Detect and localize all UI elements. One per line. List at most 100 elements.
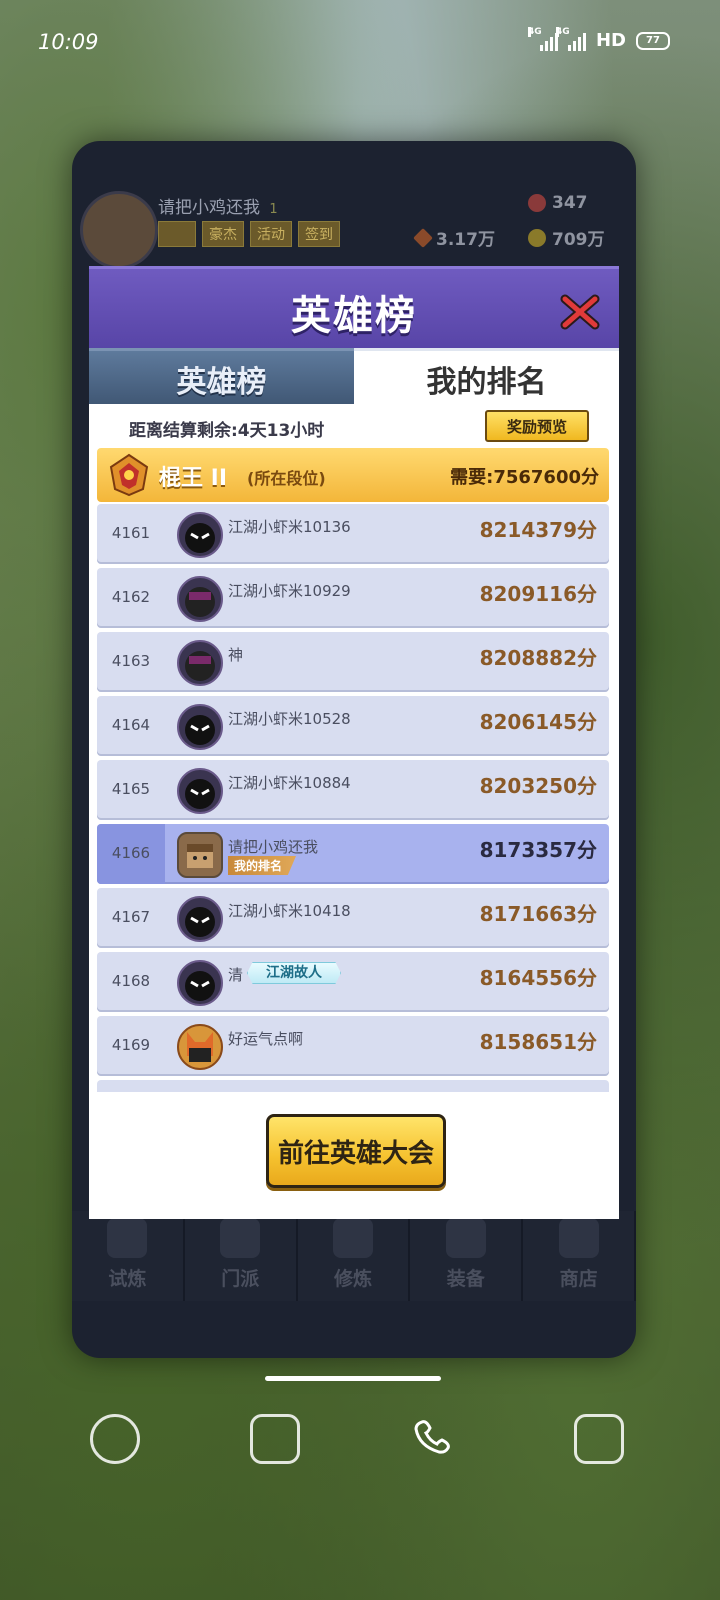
nav-shop[interactable]: 商店 bbox=[523, 1211, 636, 1301]
top-buttons: 豪杰 活动 签到 bbox=[158, 221, 340, 247]
messages-icon[interactable] bbox=[250, 1414, 300, 1464]
tab-hero-ranking[interactable]: 英雄榜 bbox=[89, 348, 354, 407]
player-name: 请把小鸡还我 bbox=[228, 838, 319, 856]
nav-trial[interactable]: 试炼 bbox=[72, 1211, 185, 1301]
nav-equipment[interactable]: 装备 bbox=[410, 1211, 524, 1301]
player-name: 江湖小虾米10136 bbox=[228, 518, 351, 536]
player-score: 8164556分 bbox=[479, 966, 597, 990]
tier-note: (所在段位) bbox=[247, 469, 326, 488]
sect-icon bbox=[220, 1218, 261, 1258]
tabs: 英雄榜 我的排名 bbox=[89, 348, 619, 407]
reward-preview-button[interactable]: 奖励预览 bbox=[485, 410, 589, 442]
rank-number: 4167 bbox=[111, 908, 151, 926]
rank-number: 4166 bbox=[111, 844, 151, 862]
player-level: 1 bbox=[269, 202, 278, 217]
title-badge: 江湖故人 bbox=[247, 962, 341, 984]
ranking-row[interactable]: 4169 好运气点啊 8158651分 bbox=[97, 1016, 609, 1076]
player-name: 江湖小虾米10929 bbox=[228, 582, 351, 600]
ninja-avatar-icon bbox=[177, 704, 223, 750]
equipment-icon bbox=[445, 1218, 486, 1258]
hd-indicator: HD bbox=[595, 30, 626, 51]
coin-value: 709万 bbox=[552, 230, 605, 250]
tier-requirement: 需要:7567600分 bbox=[450, 467, 599, 488]
ranking-row[interactable]: 4161 江湖小虾米10136 8214379分 bbox=[97, 504, 609, 564]
rank-number: 4169 bbox=[111, 1036, 151, 1054]
player-score: 8171663分 bbox=[479, 902, 597, 926]
ninja-avatar-icon bbox=[177, 896, 223, 942]
player-name: 神 bbox=[228, 646, 244, 664]
camera-icon[interactable] bbox=[574, 1414, 624, 1464]
player-score: 8206145分 bbox=[479, 710, 597, 734]
chest-avatar-icon bbox=[177, 832, 223, 878]
tier-emblem-icon bbox=[109, 453, 149, 497]
my-ranking-tag: 我的排名 bbox=[228, 856, 297, 875]
nav-label: 试炼 bbox=[108, 1268, 147, 1290]
ranking-list[interactable]: 4161 江湖小虾米10136 8214379分 4162 江湖小虾米10929… bbox=[97, 504, 609, 1092]
nav-label: 修炼 bbox=[333, 1268, 372, 1290]
dock bbox=[0, 1400, 720, 1480]
nav-label: 装备 bbox=[446, 1268, 485, 1290]
settlement-countdown: 距离结算剩余:4天13小时 bbox=[129, 421, 325, 441]
ranking-row[interactable] bbox=[97, 1080, 609, 1092]
avatar[interactable] bbox=[80, 191, 158, 269]
rank-number: 4162 bbox=[111, 588, 151, 606]
ranking-row[interactable]: 4163 神 8208882分 bbox=[97, 632, 609, 692]
player-score: 8173357分 bbox=[479, 838, 597, 862]
rank-number: 4163 bbox=[111, 652, 151, 670]
power-value: 3.17万 bbox=[436, 230, 495, 250]
nav-sect[interactable]: 门派 bbox=[184, 1211, 298, 1301]
shop-icon bbox=[558, 1218, 599, 1258]
heroes-button[interactable]: 豪杰 bbox=[202, 221, 244, 247]
power-counter: 3.17万 bbox=[413, 225, 495, 250]
go-hero-conference-button[interactable]: 前往英雄大会 bbox=[266, 1114, 446, 1188]
phone-icon[interactable] bbox=[412, 1414, 456, 1458]
gem-counter: 347 bbox=[528, 193, 588, 213]
ninja-avatar-icon bbox=[177, 512, 223, 558]
checkin-button[interactable]: 签到 bbox=[298, 221, 340, 247]
player-score: 8208882分 bbox=[479, 646, 597, 670]
ranking-row[interactable]: 4164 江湖小虾米10528 8206145分 bbox=[97, 696, 609, 756]
signal-icon: 4G bbox=[555, 26, 586, 51]
player-name: 江湖小虾米10884 bbox=[228, 774, 351, 792]
leaderboard-modal: 英雄榜 英雄榜 我的排名 距离结算剩余:4天13小时 奖励预览 棍王 II (所… bbox=[89, 266, 619, 1219]
rank-number: 4161 bbox=[111, 524, 151, 542]
nav-cultivate[interactable]: 修炼 bbox=[297, 1211, 411, 1301]
player-score: 8209116分 bbox=[479, 582, 597, 606]
status-icons: 4G 4G HD 77 bbox=[527, 26, 670, 51]
status-time: 10:09 bbox=[38, 30, 99, 54]
close-icon[interactable] bbox=[559, 291, 601, 333]
coin-counter: 709万 bbox=[528, 225, 605, 250]
rank-number: 4164 bbox=[111, 716, 151, 734]
player-name: 好运气点啊 bbox=[228, 1030, 304, 1048]
player-name: 江湖小虾米10418 bbox=[228, 902, 351, 920]
ranking-row[interactable]: 4165 江湖小虾米10884 8203250分 bbox=[97, 760, 609, 820]
player-name: 清 bbox=[228, 966, 244, 984]
ranking-row[interactable]: 4168 清 江湖故人 8164556分 bbox=[97, 952, 609, 1012]
ranking-row[interactable]: 4162 江湖小虾米10929 8209116分 bbox=[97, 568, 609, 628]
tab-my-ranking[interactable]: 我的排名 bbox=[354, 348, 619, 407]
home-indicator[interactable] bbox=[265, 1376, 441, 1381]
modal-title: 英雄榜 bbox=[291, 293, 417, 339]
bottom-nav: 试炼 门派 修炼 装备 商店 bbox=[72, 1211, 636, 1301]
power-icon bbox=[413, 227, 433, 248]
player-score: 8203250分 bbox=[479, 774, 597, 798]
network-type: 4G bbox=[555, 26, 570, 37]
player-name: 请把小鸡还我 1 bbox=[158, 193, 278, 218]
mail-button[interactable] bbox=[158, 221, 196, 247]
player-name-text: 请把小鸡还我 bbox=[158, 198, 260, 218]
player-score: 8158651分 bbox=[479, 1030, 597, 1054]
nav-label: 门派 bbox=[221, 1268, 260, 1290]
cultivate-icon bbox=[332, 1218, 373, 1258]
nav-label: 商店 bbox=[559, 1268, 598, 1290]
rank-number: 4168 bbox=[111, 972, 151, 990]
my-ranking-row[interactable]: 4166 请把小鸡还我 我的排名 8173357分 bbox=[97, 824, 609, 884]
player-name: 江湖小虾米10528 bbox=[228, 710, 351, 728]
player-score: 8214379分 bbox=[479, 518, 597, 542]
gem-icon bbox=[528, 194, 546, 212]
ranking-row[interactable]: 4167 江湖小虾米10418 8171663分 bbox=[97, 888, 609, 948]
events-button[interactable]: 活动 bbox=[250, 221, 292, 247]
ninja-avatar-icon bbox=[177, 640, 223, 686]
modal-header: 英雄榜 bbox=[89, 266, 619, 351]
browser-icon[interactable] bbox=[90, 1414, 140, 1464]
network-type: 4G bbox=[527, 26, 542, 37]
